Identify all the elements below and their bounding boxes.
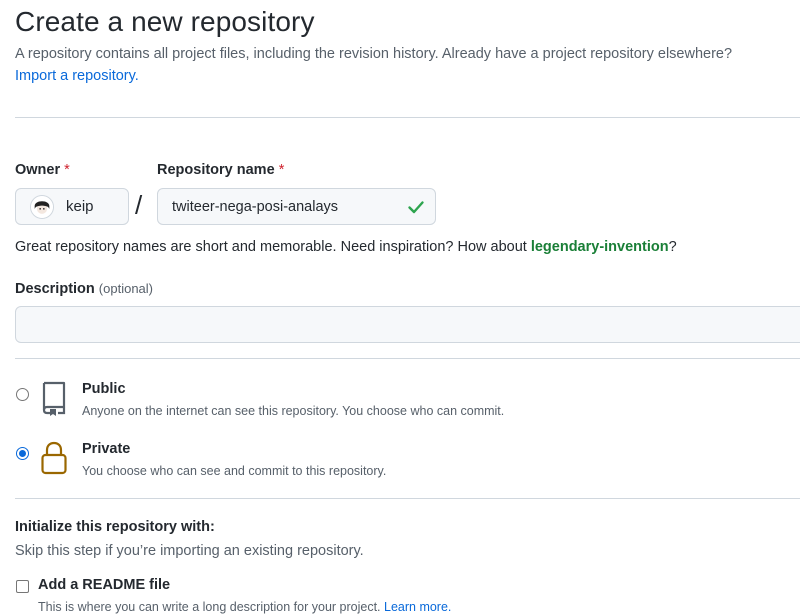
divider — [15, 498, 800, 499]
readme-description: This is where you can write a long descr… — [38, 600, 452, 614]
initialize-title: Initialize this repository with: — [15, 519, 215, 535]
owner-name: keip — [66, 198, 94, 215]
description-input[interactable] — [15, 306, 800, 343]
import-repository-link[interactable]: Import a repository. — [15, 68, 139, 84]
divider — [15, 117, 800, 118]
repository-name-input[interactable] — [157, 188, 436, 225]
repo-book-icon — [38, 379, 70, 417]
description-label: Description (optional) — [15, 281, 153, 297]
readme-label[interactable]: Add a README file — [38, 577, 170, 593]
suggested-name-link[interactable]: legendary-invention — [531, 239, 669, 255]
owner-label: Owner * — [15, 162, 70, 178]
public-option-desc: Anyone on the internet can see this repo… — [82, 404, 505, 418]
public-radio[interactable] — [16, 388, 29, 401]
initialize-subtitle: Skip this step if you’re importing an ex… — [15, 543, 364, 559]
check-icon — [406, 197, 426, 217]
name-hint: Great repository names are short and mem… — [15, 239, 677, 255]
readme-checkbox[interactable] — [16, 580, 29, 593]
private-option-title: Private — [82, 441, 131, 457]
learn-more-link[interactable]: Learn more. — [384, 600, 451, 614]
private-option-desc: You choose who can see and commit to thi… — [82, 464, 387, 478]
owner-select[interactable]: keip — [15, 188, 129, 225]
optional-tag: (optional) — [98, 281, 153, 296]
page-subtitle: A repository contains all project files,… — [15, 46, 733, 62]
divider — [15, 358, 800, 359]
private-radio[interactable] — [16, 447, 29, 460]
required-mark: * — [278, 162, 285, 178]
repository-name-label: Repository name * — [157, 162, 285, 178]
owner-repo-separator: / — [135, 190, 143, 220]
public-option-title: Public — [82, 381, 126, 397]
required-mark: * — [64, 162, 70, 178]
page-title: Create a new repository — [15, 6, 315, 37]
avatar — [30, 194, 54, 219]
lock-icon — [38, 440, 70, 476]
